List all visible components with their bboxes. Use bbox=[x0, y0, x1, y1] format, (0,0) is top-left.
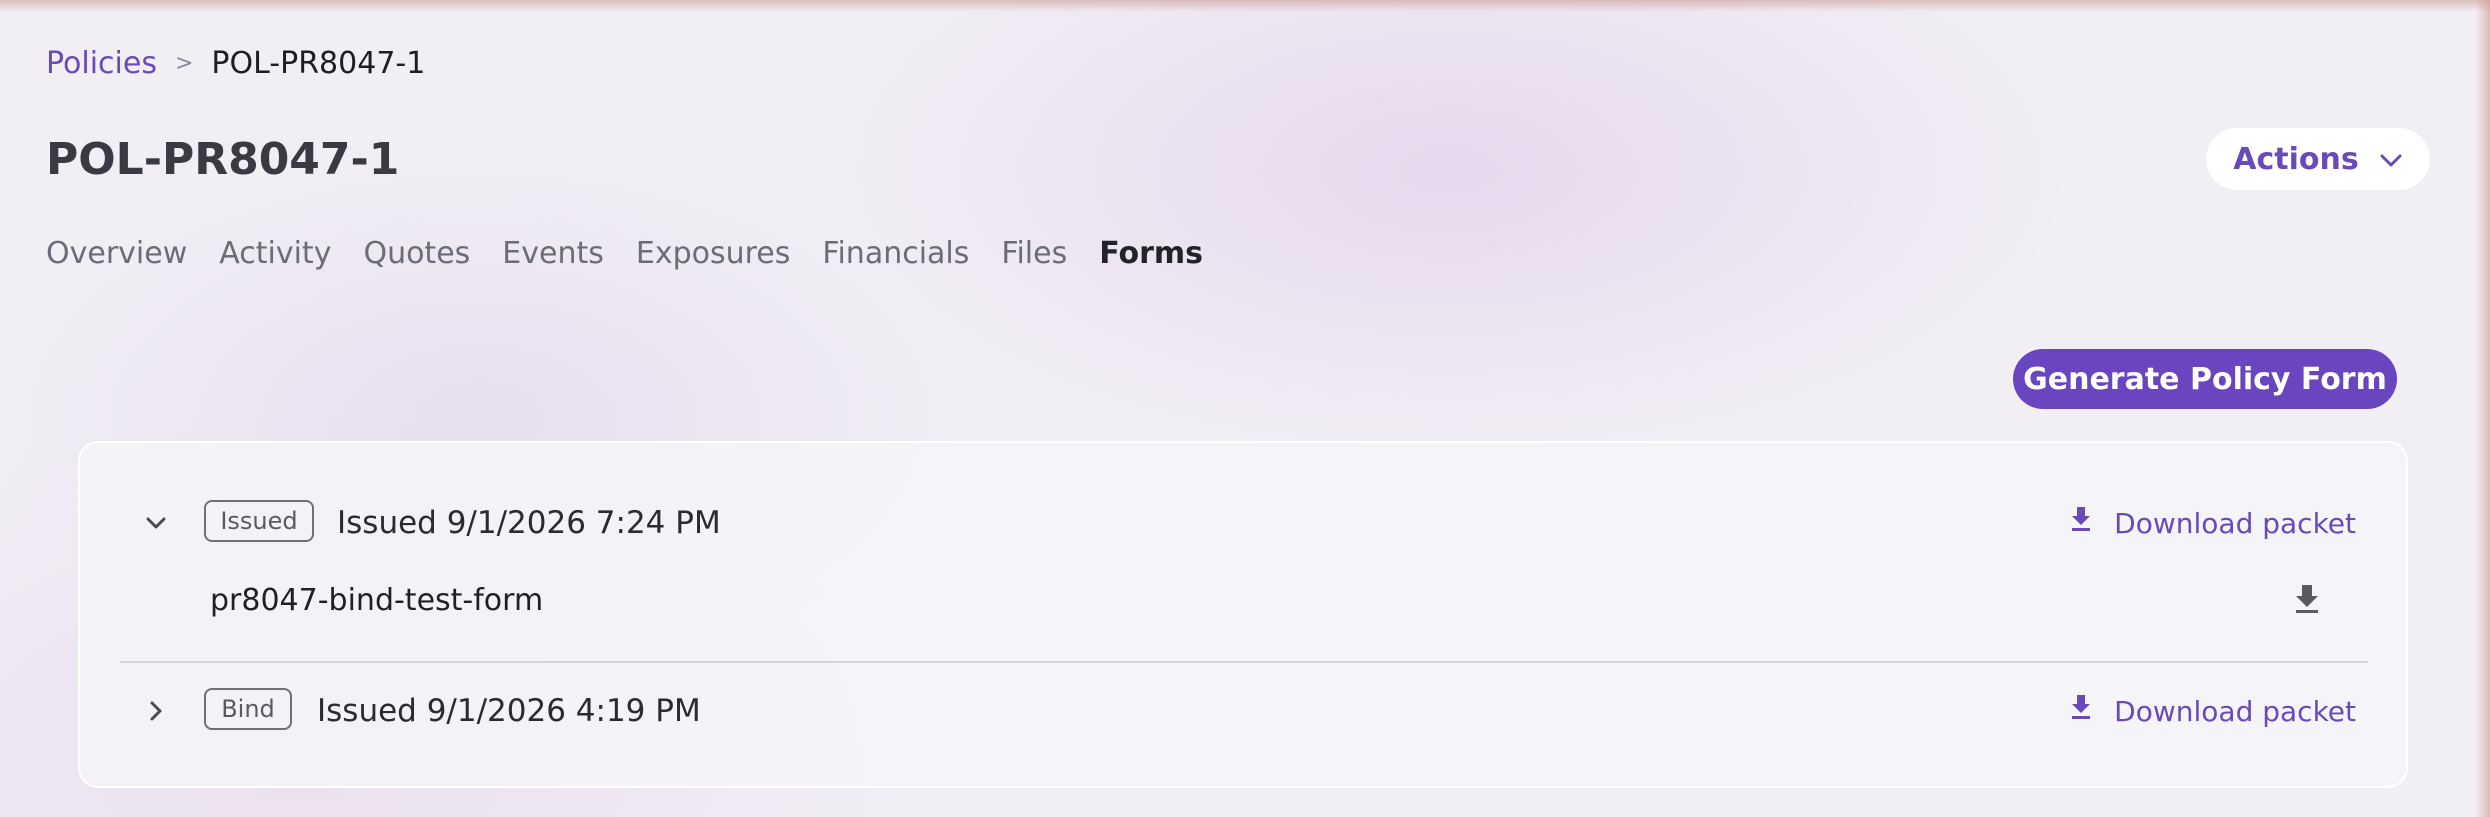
form-file-row: pr8047-bind-test-form bbox=[80, 571, 2406, 631]
tab-quotes[interactable]: Quotes bbox=[363, 232, 470, 276]
download-icon[interactable] bbox=[2294, 583, 2320, 619]
tab-overview[interactable]: Overview bbox=[46, 232, 187, 276]
tab-forms[interactable]: Forms bbox=[1099, 232, 1203, 276]
download-packet-label: Download packet bbox=[2114, 694, 2356, 728]
tab-events[interactable]: Events bbox=[502, 232, 604, 276]
status-badge: Bind bbox=[204, 688, 292, 730]
status-badge: Issued bbox=[204, 500, 314, 542]
tab-files[interactable]: Files bbox=[1001, 232, 1067, 276]
breadcrumb-policies-link[interactable]: Policies bbox=[46, 44, 157, 84]
actions-button-label: Actions bbox=[2233, 141, 2359, 177]
form-group-row[interactable]: Issued Issued 9/1/2026 7:24 PM Download … bbox=[80, 493, 2406, 553]
download-icon bbox=[2070, 505, 2092, 542]
forms-panel: Issued Issued 9/1/2026 7:24 PM Download … bbox=[78, 441, 2408, 788]
breadcrumb-current: POL-PR8047-1 bbox=[211, 46, 426, 81]
download-packet-label: Download packet bbox=[2114, 506, 2356, 540]
issued-timestamp: Issued 9/1/2026 7:24 PM bbox=[337, 505, 721, 541]
window-edge-right bbox=[2476, 0, 2490, 817]
chevron-right-icon[interactable] bbox=[138, 693, 174, 729]
generate-policy-form-button[interactable]: Generate Policy Form bbox=[2013, 349, 2397, 409]
window-edge-top bbox=[0, 0, 2490, 12]
download-packet-button[interactable]: Download packet bbox=[2070, 693, 2356, 730]
form-group-row[interactable]: Bind Issued 9/1/2026 4:19 PM Download pa… bbox=[80, 681, 2406, 741]
issued-timestamp: Issued 9/1/2026 4:19 PM bbox=[317, 693, 701, 729]
tab-bar: Overview Activity Quotes Events Exposure… bbox=[46, 232, 1203, 276]
form-file-name: pr8047-bind-test-form bbox=[210, 583, 544, 618]
download-icon bbox=[2070, 693, 2092, 730]
chevron-down-icon[interactable] bbox=[138, 505, 174, 541]
chevron-down-icon bbox=[2379, 142, 2403, 177]
download-packet-button[interactable]: Download packet bbox=[2070, 505, 2356, 542]
actions-button[interactable]: Actions bbox=[2206, 128, 2430, 190]
chevron-right-icon: > bbox=[174, 51, 194, 76]
breadcrumb: Policies > POL-PR8047-1 bbox=[46, 44, 425, 84]
tab-exposures[interactable]: Exposures bbox=[636, 232, 791, 276]
divider bbox=[120, 661, 2368, 663]
tab-activity[interactable]: Activity bbox=[219, 232, 331, 276]
page-title: POL-PR8047-1 bbox=[46, 134, 400, 185]
tab-financials[interactable]: Financials bbox=[822, 232, 969, 276]
